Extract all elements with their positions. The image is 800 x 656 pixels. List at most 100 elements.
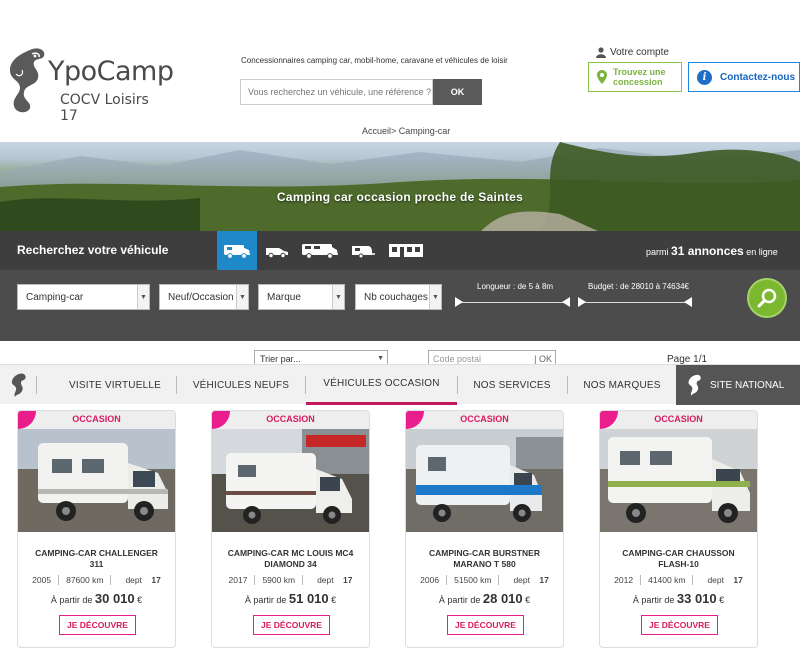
budget-max-handle[interactable] bbox=[684, 297, 692, 307]
nav-virtual-tour[interactable]: VISITE VIRTUELLE bbox=[60, 365, 170, 405]
search-icon bbox=[757, 288, 777, 308]
nav-national-site[interactable]: SITE NATIONAL bbox=[676, 365, 800, 405]
discover-button[interactable]: JE DÉCOUVRE bbox=[447, 615, 524, 635]
budget-min-handle[interactable] bbox=[578, 297, 586, 307]
nav-brands[interactable]: NOS MARQUES bbox=[575, 365, 669, 405]
length-max-handle[interactable] bbox=[562, 297, 570, 307]
card-year: 2005 bbox=[32, 575, 52, 585]
chevron-down-icon: ▼ bbox=[332, 285, 344, 309]
card-specs: 2012 41400 km dept 17 bbox=[600, 575, 757, 585]
card-price-currency: € bbox=[525, 595, 531, 605]
hero-banner: Camping car occasion proche de Saintes bbox=[0, 142, 800, 232]
vehicle-photo[interactable] bbox=[18, 429, 175, 532]
listing-card[interactable]: OCCASION CAMPING-CAR BURSTNER MARANO T 58… bbox=[405, 410, 564, 648]
breadcrumb[interactable]: Accueil> Camping-car bbox=[362, 126, 450, 136]
tab-van[interactable] bbox=[257, 231, 297, 270]
card-flag-label: OCCASION bbox=[460, 414, 509, 424]
card-dept-value: 17 bbox=[342, 575, 353, 585]
condition-select[interactable]: Neuf/Occasion ▼ bbox=[159, 284, 249, 310]
account-link[interactable]: Votre compte bbox=[596, 47, 669, 58]
card-flag-label: OCCASION bbox=[72, 414, 121, 424]
card-dept: dept 17 bbox=[498, 575, 555, 585]
card-price: À partir de 28 010 € bbox=[406, 591, 563, 606]
card-flag: OCCASION bbox=[406, 411, 563, 429]
contact-button[interactable]: i Contactez-nous bbox=[688, 62, 800, 92]
category-select[interactable]: Camping-car ▼ bbox=[17, 284, 150, 310]
card-mileage: 51500 km bbox=[446, 575, 498, 585]
card-dept-label: dept bbox=[317, 575, 334, 585]
listing-count: parmi 31 annonces en ligne bbox=[646, 244, 778, 258]
discover-button[interactable]: JE DÉCOUVRE bbox=[641, 615, 718, 635]
card-dept-value: 17 bbox=[151, 575, 161, 585]
site-header: YpoCamp COCV Loisirs 17 Concessionnaires… bbox=[0, 0, 800, 142]
discover-button[interactable]: JE DÉCOUVRE bbox=[253, 615, 330, 635]
sort-bar: Trier par... ▼ Code postal | OK Page 1/1 bbox=[0, 341, 800, 368]
user-icon bbox=[596, 47, 606, 58]
card-price-prefix: À partir de bbox=[244, 595, 287, 605]
tab-caravan[interactable] bbox=[343, 231, 383, 270]
card-dept-value: 17 bbox=[539, 575, 549, 585]
card-flag: OCCASION bbox=[600, 411, 757, 429]
listing-card[interactable]: OCCASION CAMPING-CAR CHAUSSON FLASH-10 20… bbox=[599, 410, 758, 648]
discover-button[interactable]: JE DÉCOUVRE bbox=[59, 615, 136, 635]
search-panel-title: Recherchez votre véhicule bbox=[17, 243, 169, 257]
caravan-icon bbox=[352, 245, 375, 258]
card-year: 2012 bbox=[614, 575, 634, 585]
length-min-handle[interactable] bbox=[455, 297, 463, 307]
card-price-value: 30 010 bbox=[94, 591, 135, 606]
listing-card[interactable]: OCCASION CAMPING-CAR CHALLENGER 311 2005 … bbox=[17, 410, 176, 648]
card-title-line2: FLASH-10 bbox=[658, 559, 699, 569]
find-dealer-button[interactable]: Trouvez une concession bbox=[588, 62, 682, 92]
find-dealer-line1: Trouvez une bbox=[613, 67, 666, 77]
search-input[interactable] bbox=[240, 79, 433, 105]
card-title-line2: 311 bbox=[89, 559, 104, 569]
card-mileage: 87600 km bbox=[58, 575, 110, 585]
card-specs: 2005 87600 km dept 17 bbox=[18, 575, 175, 585]
seahorse-logo-icon bbox=[10, 48, 45, 113]
vehicle-photo[interactable] bbox=[212, 429, 369, 532]
nav-national-label: SITE NATIONAL bbox=[710, 379, 785, 391]
vehicle-photo[interactable] bbox=[600, 429, 757, 532]
logo-subtitle: COCV Loisirs 17 bbox=[60, 92, 149, 124]
motorhome-icon bbox=[302, 243, 338, 259]
card-dept-value: 17 bbox=[733, 575, 743, 585]
find-dealer-line2: concession bbox=[613, 77, 663, 87]
seahorse-icon bbox=[688, 374, 701, 396]
card-year: 2017 bbox=[228, 575, 248, 585]
search-submit-button[interactable] bbox=[747, 278, 787, 318]
nav-services[interactable]: NOS SERVICES bbox=[462, 365, 562, 405]
contact-label: Contactez-nous bbox=[720, 71, 795, 83]
card-dept: dept 17 bbox=[302, 575, 359, 585]
site-logo[interactable]: YpoCamp COCV Loisirs 17 bbox=[2, 44, 174, 124]
card-price-value: 33 010 bbox=[676, 591, 717, 606]
condition-select-value: Neuf/Occasion bbox=[168, 291, 234, 303]
sort-select-value: Trier par... bbox=[260, 354, 301, 364]
search-button[interactable]: OK bbox=[433, 79, 482, 105]
tab-mobil-home[interactable] bbox=[383, 231, 429, 270]
account-label: Votre compte bbox=[610, 47, 669, 58]
listing-card[interactable]: OCCASION CAMPING-CAR MC LOUIS MC4 DIAMOND… bbox=[211, 410, 370, 648]
budget-range-label: Budget : de 28010 à 74634€ bbox=[588, 282, 689, 291]
vehicle-type-tabs bbox=[217, 231, 429, 270]
tab-camping-car[interactable] bbox=[217, 231, 257, 270]
seahorse-icon bbox=[11, 373, 26, 397]
vehicle-photo[interactable] bbox=[406, 429, 563, 532]
card-dept-label: dept bbox=[125, 575, 142, 585]
nav-used-vehicles[interactable]: VÉHICULES OCCASION bbox=[306, 365, 457, 405]
card-title: CAMPING-CAR CHALLENGER 311 bbox=[18, 548, 175, 570]
info-icon: i bbox=[697, 69, 712, 85]
card-price: À partir de 30 010 € bbox=[18, 591, 175, 606]
tab-motorhome[interactable] bbox=[297, 231, 343, 270]
brand-select[interactable]: Marque ▼ bbox=[258, 284, 345, 310]
card-price-value: 28 010 bbox=[482, 591, 523, 606]
card-title-line1: CAMPING-CAR BURSTNER bbox=[429, 548, 540, 558]
card-price-value: 51 010 bbox=[288, 591, 329, 606]
camping-car-photo bbox=[18, 429, 175, 532]
card-title-line1: CAMPING-CAR CHAUSSON bbox=[622, 548, 735, 558]
berths-select[interactable]: Nb couchages ▼ bbox=[355, 284, 442, 310]
card-price-currency: € bbox=[719, 595, 725, 605]
header-search: OK bbox=[240, 79, 482, 105]
nav-new-vehicles[interactable]: VÉHICULES NEUFS bbox=[182, 365, 300, 405]
nav-divider bbox=[36, 376, 37, 394]
nav-home[interactable] bbox=[0, 365, 36, 405]
